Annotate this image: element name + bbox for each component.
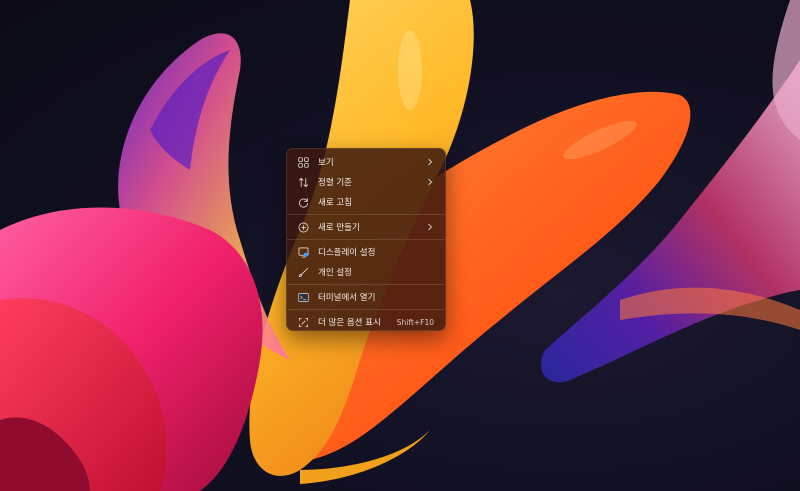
menu-item-show-more-options[interactable]: 더 많은 옵션 표시 Shift+F10 <box>291 312 441 332</box>
shortcut-hint: Shift+F10 <box>396 317 434 327</box>
menu-item-label: 보기 <box>318 158 334 168</box>
menu-separator <box>287 309 445 310</box>
menu-item-label: 디스플레이 설정 <box>318 248 376 258</box>
menu-item-new[interactable]: 새로 만들기 <box>291 217 441 237</box>
more-options-icon <box>297 316 309 328</box>
menu-separator <box>287 239 445 240</box>
view-grid-icon <box>297 156 309 168</box>
menu-item-personalize[interactable]: 개인 설정 <box>291 262 441 282</box>
desktop[interactable]: 보기 정렬 기준 새로 고침 새로 만들기 디스플레이 설정 개인 설정 터미널… <box>0 0 800 491</box>
menu-item-sort-by[interactable]: 정렬 기준 <box>291 172 441 192</box>
new-plus-icon <box>297 221 309 233</box>
menu-item-label: 정렬 기준 <box>318 178 352 188</box>
menu-item-label: 새로 만들기 <box>318 223 360 233</box>
menu-item-display-settings[interactable]: 디스플레이 설정 <box>291 242 441 262</box>
menu-item-open-in-terminal[interactable]: 터미널에서 열기 <box>291 287 441 307</box>
chevron-right-icon <box>426 223 434 231</box>
menu-separator <box>287 284 445 285</box>
menu-separator <box>287 214 445 215</box>
terminal-icon <box>297 291 309 303</box>
chevron-right-icon <box>426 158 434 166</box>
display-settings-icon <box>297 246 309 258</box>
desktop-context-menu: 보기 정렬 기준 새로 고침 새로 만들기 디스플레이 설정 개인 설정 터미널… <box>286 148 446 331</box>
menu-item-view[interactable]: 보기 <box>291 152 441 172</box>
personalize-brush-icon <box>297 266 309 278</box>
menu-item-label: 개인 설정 <box>318 268 352 278</box>
menu-item-label: 터미널에서 열기 <box>318 293 376 303</box>
chevron-right-icon <box>426 178 434 186</box>
menu-item-label: 더 많은 옵션 표시 <box>318 318 381 328</box>
sort-icon <box>297 176 309 188</box>
refresh-icon <box>297 196 309 208</box>
menu-item-label: 새로 고침 <box>318 198 352 208</box>
menu-item-refresh[interactable]: 새로 고침 <box>291 192 441 212</box>
